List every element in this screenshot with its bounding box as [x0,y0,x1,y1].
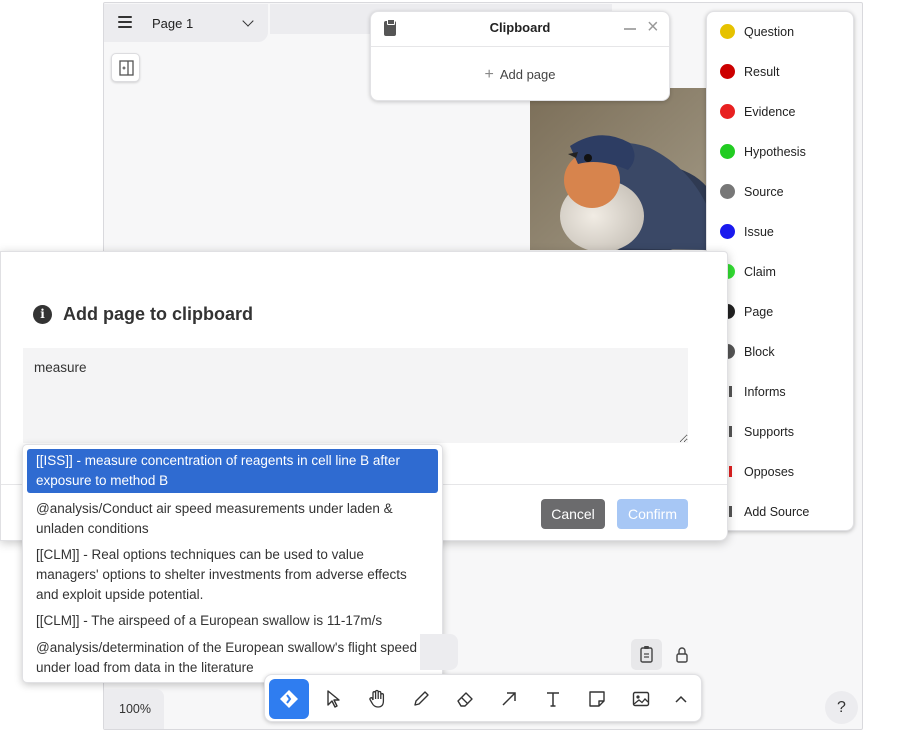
lock-icon [676,647,688,663]
suggestion-item[interactable]: @analysis/Conduct air speed measurements… [27,499,438,539]
eraser-tool-button[interactable] [445,679,485,719]
type-label: Issue [744,225,774,239]
type-label: Hypothesis [744,145,806,159]
swallow-image[interactable] [530,88,708,250]
type-item-evidence[interactable]: Evidence [707,92,855,132]
clipboard-panel: Clipboard × + Add page [370,11,670,101]
type-label: Block [744,345,775,359]
toolbar [264,674,702,722]
type-item-informs[interactable]: Informs [707,372,855,412]
type-label: Question [744,25,795,39]
type-item-question[interactable]: Question [707,12,855,52]
node-types-menu: Question Result Evidence Hypothesis Sour… [706,11,854,531]
arrow-tool-button[interactable] [489,679,529,719]
clipboard-toggle-button[interactable] [631,639,662,670]
sidebar-toggle-icon [119,60,134,76]
media-tool-button[interactable] [621,679,661,719]
text-tool-button[interactable] [533,679,573,719]
search-textarea[interactable] [23,348,688,443]
draw-tool-button[interactable] [401,679,441,719]
type-label: Informs [744,385,786,399]
type-label: Add Source [744,505,810,519]
pointer-icon [327,690,340,708]
type-color-dot [720,64,735,79]
info-icon: i [33,305,52,324]
add-page-button[interactable]: + Add page [371,66,669,84]
type-color-dot [720,24,735,39]
hand-icon [369,689,385,708]
type-color-dot [720,144,735,159]
discourse-graph-tool-button[interactable] [269,679,309,719]
page-name: Page 1 [152,16,194,31]
type-label: Page [744,305,774,319]
type-label: Claim [744,265,776,279]
type-label: Evidence [744,105,796,119]
suggestion-item[interactable]: [[CLM]] - Real options techniques can be… [27,545,438,605]
type-label: Result [744,65,780,79]
arrow-icon [502,692,516,706]
chevron-up-icon [675,695,687,703]
type-item-opposes[interactable]: Opposes [707,452,855,492]
type-label: Supports [744,425,795,439]
discourse-graph-icon [280,690,298,708]
eraser-icon [457,692,473,707]
hamburger-icon[interactable] [118,16,132,28]
help-button[interactable]: ? [825,691,858,724]
type-item-result[interactable]: Result [707,52,855,92]
clipboard-header: Clipboard × [371,12,669,47]
dialog-title: Add page to clipboard [63,304,254,324]
type-item-block[interactable]: Block [707,332,855,372]
type-item-page[interactable]: Page [707,292,855,332]
type-item-issue[interactable]: Issue [707,212,855,252]
close-icon[interactable]: × [647,17,659,37]
relation-marker [729,466,732,477]
suggestions-dropdown: [[ISS]] - measure concentration of reage… [22,444,443,683]
type-item-hypothesis[interactable]: Hypothesis [707,132,855,172]
zoom-label: 100% [119,702,151,716]
clipboard-icon [640,646,653,663]
type-item-supports[interactable]: Supports [707,412,855,452]
suggestion-item[interactable]: [[CLM]] - The airspeed of a European swa… [27,611,438,631]
more-tools-button[interactable] [661,679,701,719]
type-label: Source [744,185,784,199]
add-page-label: Add page [499,67,556,82]
page-menu[interactable]: Page 1 [104,4,268,42]
panel-edge [420,634,458,670]
type-color-dot [720,104,735,119]
relation-marker [729,506,732,517]
note-tool-button[interactable] [577,679,617,719]
suggestion-item[interactable]: [[ISS]] - measure concentration of reage… [27,449,438,493]
text-icon [547,692,559,707]
zoom-control[interactable]: 100% [104,689,164,729]
image-icon [632,691,650,707]
confirm-button[interactable]: Confirm [617,499,688,529]
cancel-button[interactable]: Cancel [541,499,605,529]
type-item-add-source[interactable]: Add Source [707,492,855,532]
pencil-icon [414,691,429,706]
sticky-note-icon [589,691,605,707]
type-color-dot [720,224,735,239]
chevron-down-icon[interactable] [242,15,254,27]
type-label: Opposes [744,465,795,479]
lock-button[interactable] [671,644,693,666]
select-tool-button[interactable] [313,679,353,719]
hand-tool-button[interactable] [357,679,397,719]
suggestion-item[interactable]: @analysis/determination of the European … [27,638,438,678]
sidebar-toggle-button[interactable] [111,53,140,82]
relation-marker [729,386,732,397]
type-item-source[interactable]: Source [707,172,855,212]
minimize-icon[interactable] [624,28,636,30]
relation-marker [729,426,732,437]
type-item-claim[interactable]: Claim [707,252,855,292]
plus-icon: + [484,66,494,83]
type-color-dot [720,184,735,199]
